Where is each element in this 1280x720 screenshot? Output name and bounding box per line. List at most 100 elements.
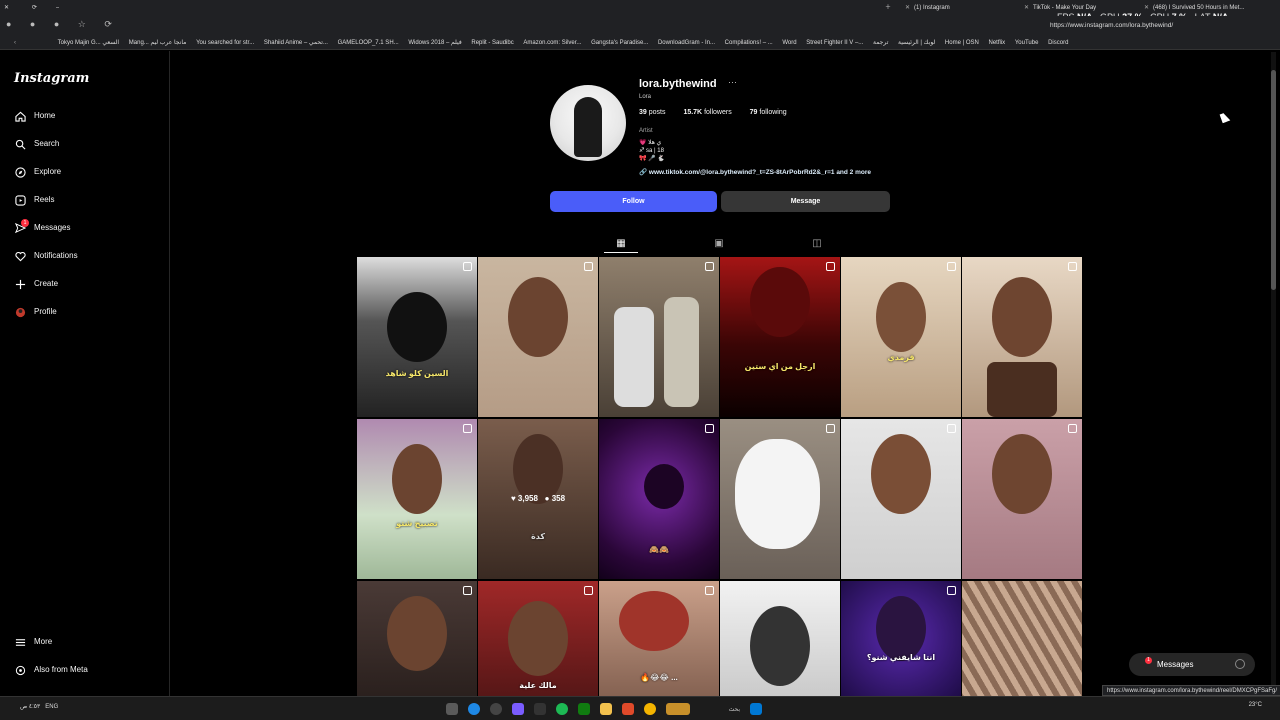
grid-post[interactable]: تصبيح شتو	[357, 419, 477, 579]
more-options-icon[interactable]: ···	[728, 77, 737, 87]
posts-stat: 39 posts	[639, 109, 666, 116]
profile-link[interactable]: 🔗 www.tiktok.com/@lora.bythewind?_t=ZS-8…	[639, 168, 871, 176]
bookmark-item[interactable]: Street Fighter II V –...	[806, 36, 863, 49]
bookmark-item[interactable]: GAMELOOP_7.1 SH...	[338, 36, 399, 49]
message-button[interactable]: Message	[721, 191, 890, 212]
follow-button[interactable]: Follow	[550, 191, 717, 212]
grid-post[interactable]: ارجل من اي ستين	[720, 257, 840, 417]
tab-posts-grid-icon[interactable]: ▦	[615, 238, 627, 250]
grid-post[interactable]	[720, 419, 840, 579]
tab-instagram[interactable]: ✕ (1) Instagram	[905, 2, 995, 14]
avatar-photo	[574, 97, 602, 157]
menu-icon	[14, 636, 26, 648]
bookmark-item[interactable]: Replit - Saudibc	[471, 36, 513, 49]
bookmark-item[interactable]: ترجمة	[873, 36, 888, 49]
floating-messages-button[interactable]: 1 Messages	[1129, 653, 1255, 676]
bookmark-item[interactable]: Amazon.com: Silver...	[523, 36, 581, 49]
taskbar-search[interactable]: بحث	[700, 706, 740, 713]
edge-icon[interactable]	[468, 703, 480, 715]
refresh-icon[interactable]: ⟳	[32, 2, 37, 14]
bookmark-item[interactable]: Shahiid Anime – تحمي...	[264, 36, 328, 49]
bookmark-item[interactable]: YouTube	[1015, 36, 1039, 49]
tab-tagged-icon[interactable]: ◫	[811, 238, 823, 250]
instagram-sidebar: Instagram Home Search Explore Reels 1 Me…	[0, 51, 170, 696]
start-icon[interactable]	[446, 703, 458, 715]
taskbar-apps: بحث	[446, 701, 772, 717]
following-stat[interactable]: 79 following	[750, 109, 795, 116]
xbox-icon[interactable]	[578, 703, 590, 715]
tab-close-icon[interactable]: ✕	[905, 5, 910, 11]
scrollbar-thumb[interactable]	[1271, 70, 1276, 290]
grid-post[interactable]: مالك علية	[478, 581, 598, 696]
instagram-logo[interactable]: Instagram	[14, 71, 89, 86]
grid-post[interactable]	[841, 419, 961, 579]
comments-icon: ●	[544, 494, 550, 503]
grid-post[interactable]	[599, 257, 719, 417]
bookmark-item[interactable]: لوبك | الرئيسية	[898, 36, 935, 49]
sidebar-item-search[interactable]: Search	[14, 136, 59, 152]
tab-close-icon[interactable]: ✕	[1024, 5, 1029, 11]
post-thumbnail	[392, 444, 442, 514]
spotify-icon[interactable]	[556, 703, 568, 715]
back-arrow-icon[interactable]: ‹	[14, 36, 16, 49]
sidebar-item-reels[interactable]: Reels	[14, 192, 54, 208]
bookmark-item[interactable]: Netflix	[989, 36, 1006, 49]
bio-line: 💗 ي هلا	[639, 140, 662, 146]
window-close-icon[interactable]: ✕	[4, 2, 9, 14]
sidebar-item-explore[interactable]: Explore	[14, 164, 61, 180]
bookmark-item[interactable]: Widows 2018 – فيلم	[408, 36, 461, 49]
bookmark-item[interactable]: Home | OSN	[945, 36, 979, 49]
bookmark-item[interactable]: Discord	[1048, 36, 1068, 49]
grid-post[interactable]	[962, 257, 1082, 417]
address-bar: ● ● ● ☆ ⟳ https://www.instagram.com/lora…	[0, 16, 1280, 36]
grid-post[interactable]: قرمدي	[841, 257, 961, 417]
sidebar-item-also-from-meta[interactable]: Also from Meta	[14, 662, 88, 678]
post-caption: مالك علية	[519, 681, 557, 690]
grid-post[interactable]: السين كلو شاهد	[357, 257, 477, 417]
bookmark-item[interactable]: Compilations! – ...	[725, 36, 773, 49]
bookmark-item[interactable]: You searched for str...	[196, 36, 254, 49]
grid-post[interactable]: ♥ 3,958 ● 358 كدة	[478, 419, 598, 579]
bookmark-item[interactable]: Word	[782, 36, 796, 49]
sidebar-item-profile[interactable]: Profile	[14, 304, 57, 320]
minimize-icon[interactable]: –	[56, 2, 59, 14]
windows-start-icon[interactable]	[750, 703, 762, 715]
weather-temp[interactable]: 23°C	[1249, 702, 1262, 708]
post-thumbnail	[992, 277, 1052, 357]
sidebar-item-more[interactable]: More	[14, 634, 52, 650]
followers-stat[interactable]: 15.7K followers	[683, 109, 739, 116]
grid-post[interactable]	[478, 257, 598, 417]
bookmark-item[interactable]: DownloadGram - In...	[658, 36, 715, 49]
app-icon[interactable]	[534, 703, 546, 715]
tab-reels-icon[interactable]: ▣	[713, 238, 725, 250]
post-caption: السين كلو شاهد	[385, 369, 449, 378]
new-tab-button[interactable]: ＋	[885, 2, 891, 14]
sidebar-item-create[interactable]: Create	[14, 276, 58, 292]
sidebar-item-notifications[interactable]: Notifications	[14, 248, 78, 264]
page-scrollbar[interactable]	[1271, 52, 1276, 696]
grid-post[interactable]	[720, 581, 840, 696]
browser-nav-icons[interactable]: ● ● ● ☆ ⟳	[6, 19, 120, 30]
grid-post[interactable]	[962, 581, 1082, 696]
app-icon[interactable]	[512, 703, 524, 715]
url-field[interactable]: https://www.instagram.com/lora.bythewind…	[1050, 22, 1173, 29]
grid-post[interactable]	[357, 581, 477, 696]
bookmark-item[interactable]: Gangsta's Paradise...	[591, 36, 648, 49]
grid-post[interactable]: 🙈🙈	[599, 419, 719, 579]
grid-post[interactable]	[962, 419, 1082, 579]
profile-avatar[interactable]	[550, 85, 626, 161]
sidebar-item-messages[interactable]: 1 Messages	[14, 219, 70, 236]
grid-post[interactable]: 🔥😂😂 ...	[599, 581, 719, 696]
file-explorer-icon[interactable]	[600, 703, 612, 715]
bookmark-item[interactable]: Mang... مانجا عرب ليم	[129, 36, 187, 49]
app-icon[interactable]	[490, 703, 502, 715]
post-thumbnail	[614, 307, 654, 407]
chrome-icon[interactable]	[644, 703, 656, 715]
brave-icon[interactable]	[622, 703, 634, 715]
widget-icon[interactable]	[666, 703, 690, 715]
lang-indicator[interactable]: ENG	[45, 704, 58, 710]
bookmark-item[interactable]: Tokyo Majin G... السعي	[58, 36, 119, 49]
reels-icon	[14, 194, 26, 206]
grid-post[interactable]: انتا شايفني شنو؟	[841, 581, 961, 696]
sidebar-item-home[interactable]: Home	[14, 108, 55, 124]
